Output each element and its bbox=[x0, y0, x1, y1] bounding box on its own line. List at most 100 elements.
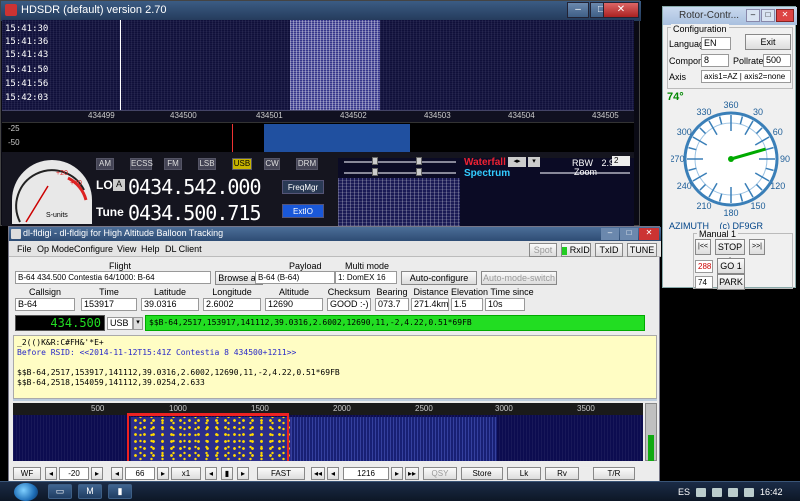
range-down-button[interactable]: ◂ bbox=[111, 467, 123, 480]
rewind-fast-button[interactable]: ◂◂ bbox=[311, 467, 325, 480]
rx-text-area[interactable]: _2(()K&R:C#FH&'*E+ Before RSID: <<2014-1… bbox=[13, 335, 657, 399]
hdsdr-passband[interactable] bbox=[264, 124, 410, 152]
start-button[interactable] bbox=[14, 483, 38, 501]
lo-frequency[interactable]: 0434.542.000 bbox=[128, 175, 261, 199]
slider-knob[interactable] bbox=[416, 168, 422, 176]
spot-button[interactable]: Spot bbox=[529, 243, 557, 257]
pollrate-select[interactable]: 500 bbox=[763, 54, 791, 67]
tune-button[interactable]: TUNE bbox=[627, 243, 657, 257]
tx-text-area[interactable] bbox=[13, 399, 657, 401]
level-down-button[interactable]: ◂ bbox=[45, 467, 57, 480]
language-select[interactable]: EN bbox=[701, 37, 731, 50]
rewind-button[interactable]: ◂ bbox=[327, 467, 339, 480]
axis-select[interactable]: axis1=AZ | axis2=none bbox=[701, 70, 791, 83]
taskbar-language[interactable]: ES bbox=[678, 487, 690, 497]
qsy-button[interactable]: QSY bbox=[423, 467, 457, 480]
slider-knob[interactable] bbox=[416, 157, 422, 165]
fldigi-rx-cursor[interactable] bbox=[127, 413, 287, 416]
mode-fm-button[interactable]: FM bbox=[164, 158, 182, 170]
mode-drm-button[interactable]: DRM bbox=[296, 158, 318, 170]
bearing-value[interactable]: 073.7 bbox=[375, 298, 409, 311]
latitude-value[interactable]: 39.0316 bbox=[141, 298, 199, 311]
tune-frequency[interactable]: 0434.500.715 bbox=[128, 201, 261, 225]
prev-button[interactable]: ◂ bbox=[205, 467, 217, 480]
fldigi-maximize-button[interactable]: □ bbox=[620, 228, 638, 240]
wf-button[interactable]: WF bbox=[13, 467, 41, 480]
rotate-right-button[interactable]: >>| bbox=[749, 239, 765, 255]
altitude-value[interactable]: 12690 bbox=[265, 298, 323, 311]
menu-file[interactable]: File bbox=[17, 244, 32, 254]
spectrum-slider[interactable] bbox=[344, 172, 456, 174]
frequency-display[interactable]: 434.500 bbox=[15, 315, 105, 331]
goto-input[interactable]: 288 bbox=[695, 260, 713, 273]
mode-dropdown-arrow[interactable]: ▾ bbox=[133, 317, 143, 330]
hdsdr-titlebar[interactable]: HDSDR (default) version 2.70 bbox=[1, 1, 641, 21]
menu-dl-client[interactable]: DL Client bbox=[165, 244, 202, 254]
lo-a-button[interactable]: A bbox=[113, 179, 125, 191]
tray-icon[interactable] bbox=[712, 488, 722, 497]
taskbar-app-icon[interactable]: M bbox=[78, 484, 102, 499]
longitude-value[interactable]: 2.6002 bbox=[203, 298, 261, 311]
fldigi-frequency-scale[interactable] bbox=[13, 403, 643, 415]
taskbar-app-icon[interactable]: ▮ bbox=[108, 484, 132, 499]
wf-dropdown[interactable]: ▾ bbox=[528, 157, 540, 167]
time-value[interactable]: 153917 bbox=[81, 298, 137, 311]
mode-select[interactable]: USB bbox=[107, 317, 133, 330]
multimode-select[interactable]: 1: DomEX 16 bbox=[335, 271, 397, 284]
level-value[interactable]: -20 bbox=[59, 467, 89, 480]
menu-view[interactable]: View bbox=[117, 244, 136, 254]
fldigi-minimize-button[interactable]: – bbox=[601, 228, 619, 240]
tray-icon[interactable] bbox=[696, 488, 706, 497]
reverse-button[interactable]: Rv bbox=[545, 467, 579, 480]
extio-button[interactable]: ExtIO bbox=[282, 204, 324, 218]
menu-configure[interactable]: Configure bbox=[74, 244, 113, 254]
callsign-value[interactable]: B-64 bbox=[15, 298, 75, 311]
mode-cw-button[interactable]: CW bbox=[264, 158, 280, 170]
time-since-rx-value[interactable]: 10s bbox=[485, 298, 525, 311]
park-input[interactable]: 74 bbox=[695, 276, 713, 289]
forward-button[interactable]: ▸ bbox=[391, 467, 403, 480]
rotor-minimize-button[interactable]: – bbox=[746, 9, 760, 22]
elevation-value[interactable]: 1.5 bbox=[451, 298, 483, 311]
cursor-frequency[interactable]: 1216 bbox=[343, 467, 389, 480]
fldigi-close-button[interactable]: ✕ bbox=[639, 228, 659, 240]
rbw-number[interactable]: 2 bbox=[612, 156, 630, 166]
taskbar-clock[interactable]: 16:42 bbox=[760, 487, 783, 497]
forward-fast-button[interactable]: ▸▸ bbox=[405, 467, 419, 480]
pause-button[interactable]: ▮ bbox=[221, 467, 233, 480]
rotor-maximize-button[interactable]: □ bbox=[761, 9, 775, 22]
menu-op-mode[interactable]: Op Mode bbox=[37, 244, 74, 254]
goto-button[interactable]: GO 1 bbox=[717, 258, 745, 274]
azimuth-compass[interactable]: 360 30 60 90 120 150 180 210 240 270 300 330 bbox=[671, 99, 791, 219]
rotor-close-button[interactable]: ✕ bbox=[776, 9, 794, 22]
level-up-button[interactable]: ▸ bbox=[91, 467, 103, 480]
distance-value[interactable]: 271.4km bbox=[411, 298, 449, 311]
tr-button[interactable]: T/R bbox=[593, 467, 635, 480]
mode-usb-button[interactable]: USB bbox=[232, 158, 252, 170]
txid-button[interactable]: TxID bbox=[595, 243, 623, 257]
checksum-value[interactable]: GOOD :-) bbox=[327, 298, 371, 311]
waterfall-slider[interactable] bbox=[344, 161, 456, 163]
store-button[interactable]: Store bbox=[461, 467, 503, 480]
wf-spin[interactable]: ◂▸ bbox=[508, 157, 526, 167]
park-button[interactable]: PARK 1 bbox=[717, 274, 745, 301]
lock-button[interactable]: Lk bbox=[507, 467, 541, 480]
payload-select[interactable]: B-64 (B-64) bbox=[255, 271, 335, 284]
range-value[interactable]: 66 bbox=[125, 467, 155, 480]
mode-am-button[interactable]: AM bbox=[96, 158, 114, 170]
rxid-button[interactable]: RxID bbox=[561, 243, 591, 257]
freqmgr-button[interactable]: FreqMgr bbox=[282, 180, 324, 194]
fldigi-titlebar[interactable]: dl-fldigi - dl-fldigi for High Altitude … bbox=[9, 227, 661, 241]
slider-knob[interactable] bbox=[372, 157, 378, 165]
range-up-button[interactable]: ▸ bbox=[157, 467, 169, 480]
mode-ecss-button[interactable]: ECSS bbox=[130, 158, 153, 170]
slider-knob[interactable] bbox=[372, 168, 378, 176]
comport-select[interactable]: 8 bbox=[701, 54, 729, 67]
auto-configure-button[interactable]: Auto-configure bbox=[401, 271, 477, 285]
menu-help[interactable]: Help bbox=[141, 244, 160, 254]
hdsdr-aux-waterfall[interactable] bbox=[338, 178, 460, 226]
rotate-left-button[interactable]: |<< bbox=[695, 239, 711, 255]
flight-select[interactable]: B-64 434.500 Contestia 64/1000: B-64 bbox=[15, 271, 211, 284]
auto-mode-switch-button[interactable]: Auto-mode-switch bbox=[481, 271, 557, 285]
exit-button[interactable]: Exit bbox=[745, 34, 791, 50]
